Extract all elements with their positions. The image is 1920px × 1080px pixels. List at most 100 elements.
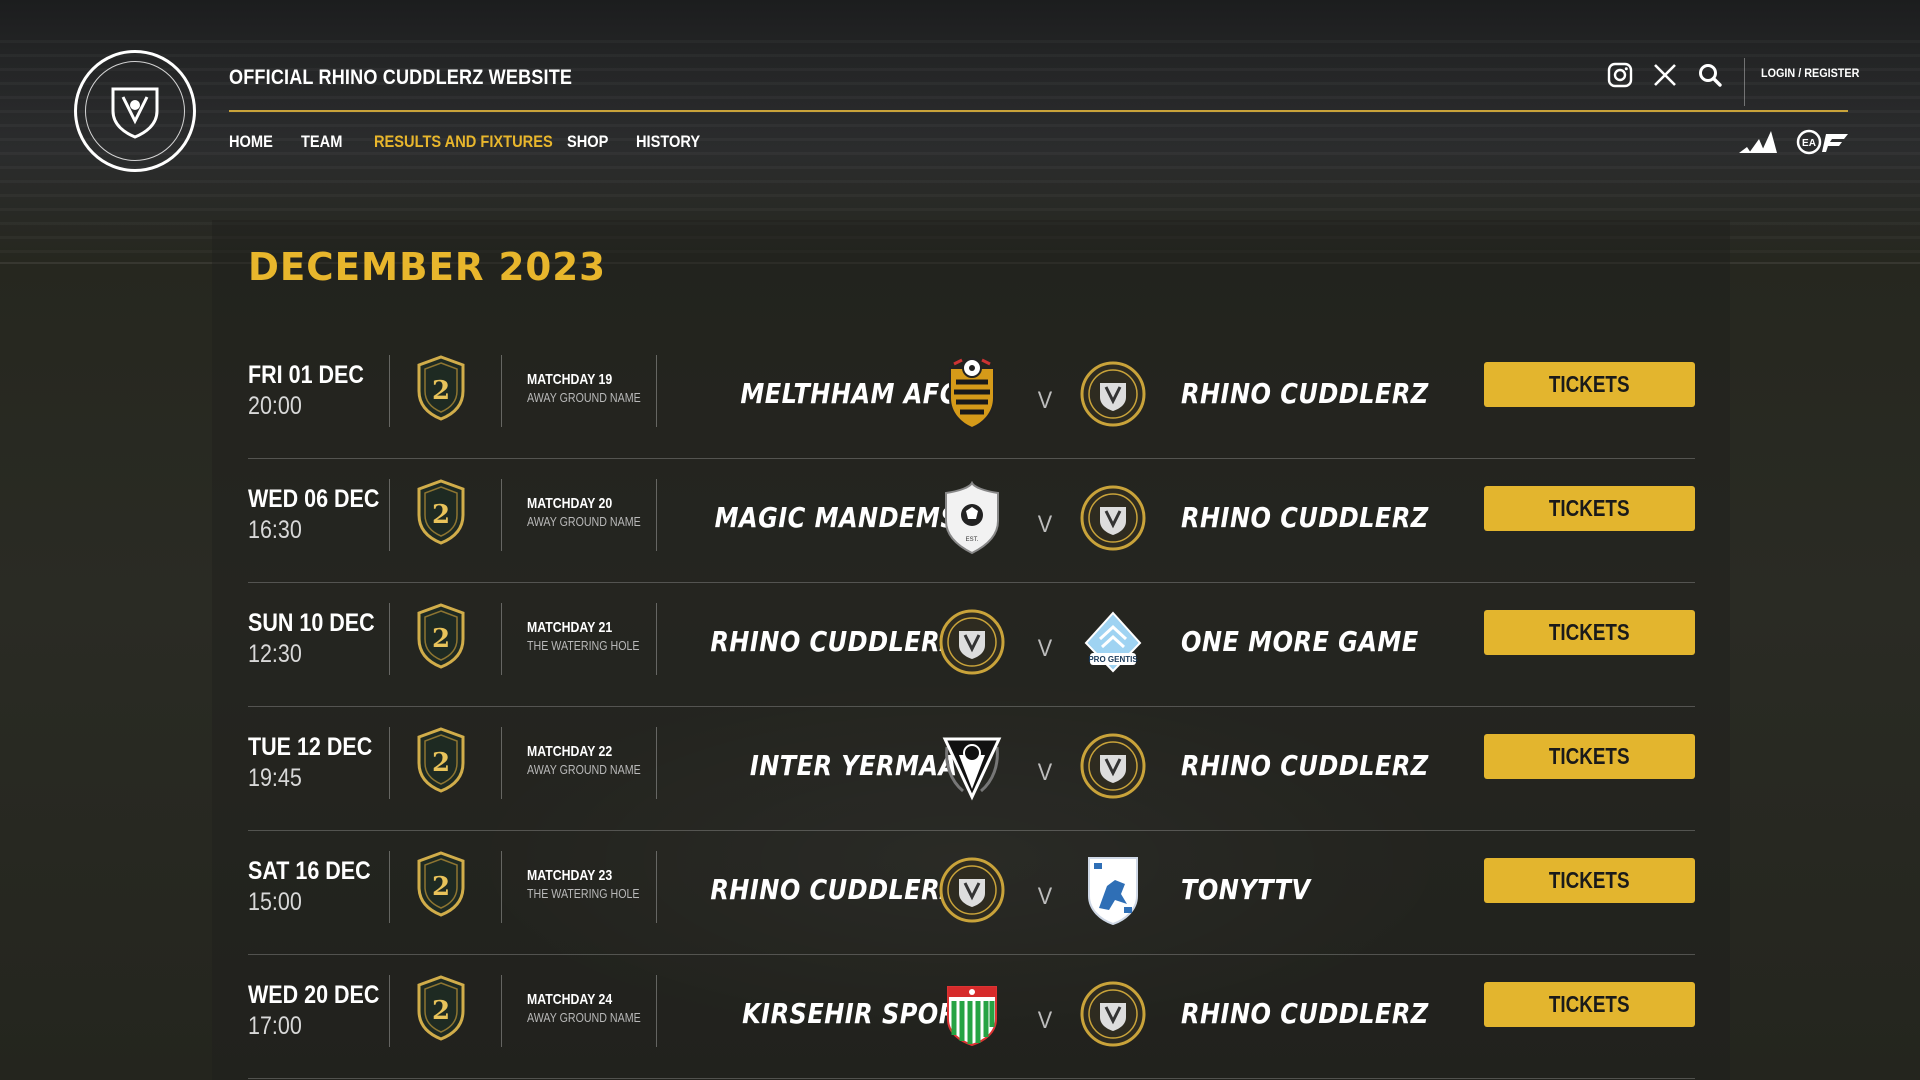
column-divider [389,851,390,923]
column-divider [389,727,390,799]
tickets-button[interactable]: TICKETS [1484,362,1695,407]
versus-label: V [1037,883,1053,910]
fixture-row: SUN 10 DEC 12:30 2 MATCHDAY 21 THE WATER… [248,583,1695,707]
away-team-logo [1078,853,1148,927]
login-register-link[interactable]: LOGIN / REGISTER [1761,66,1859,80]
versus-label: V [1037,387,1053,414]
svg-text:EA: EA [1802,138,1816,149]
triangle-crest-icon [942,737,1002,801]
matchday-info: MATCHDAY 22 AWAY GROUND NAME [527,743,666,777]
header-divider [229,110,1848,112]
fixture-time: 12:30 [248,640,302,668]
home-team-logo [937,853,1007,927]
away-team-name: RHINO CUDDLERZ [1181,501,1429,534]
away-team-logo [1078,481,1148,555]
instagram-icon[interactable] [1605,60,1635,90]
competition-badge-icon: 2 [417,851,465,917]
matchday-info: MATCHDAY 20 AWAY GROUND NAME [527,495,666,529]
venue-label: AWAY GROUND NAME [527,1010,641,1025]
fixture-day: SAT 16 DEC [248,857,371,885]
fixture-day: TUE 12 DEC [248,733,373,761]
home-team-logo [937,605,1007,679]
rhino-crest-icon [111,87,159,139]
column-divider [656,975,657,1047]
column-divider [656,851,657,923]
rhino-crest-icon [939,857,1005,923]
svg-text:2: 2 [432,872,450,902]
away-team-logo: PRO GENTIS [1078,605,1148,679]
fixture-date: TUE 12 DEC 19:45 [248,733,392,793]
pro-gentis-crest-icon: PRO GENTIS [1084,611,1142,673]
nav-shop[interactable]: SHOP [567,132,626,152]
competition-badge-icon: 2 [417,603,465,669]
venue-label: AWAY GROUND NAME [527,390,641,405]
fixture-row: SAT 16 DEC 15:00 2 MATCHDAY 23 THE WATER… [248,831,1695,955]
column-divider [389,603,390,675]
column-divider [501,975,502,1047]
column-divider [389,975,390,1047]
x-icon[interactable] [1650,60,1680,90]
matchday-label: MATCHDAY 22 [527,743,613,760]
column-divider [656,727,657,799]
fixture-day: SUN 10 DEC [248,609,375,637]
home-team-name: MAGIC MANDEMS [714,501,958,534]
fixture-date: FRI 01 DEC 20:00 [248,361,383,421]
tickets-button[interactable]: TICKETS [1484,610,1695,655]
matchday-info: MATCHDAY 19 AWAY GROUND NAME [527,371,666,405]
svg-text:2: 2 [432,748,450,778]
month-title: DECEMBER 2023 [248,245,607,289]
column-divider [656,355,657,427]
fixture-row: TUE 12 DEC 19:45 2 MATCHDAY 22 AWAY GROU… [248,707,1695,831]
nav-home[interactable]: HOME [229,132,291,152]
home-team-logo [937,357,1007,431]
home-team-logo: EST. [937,481,1007,555]
home-team-name: RHINO CUDDLERZ [710,625,958,658]
fixture-row: FRI 01 DEC 20:00 2 MATCHDAY 19 AWAY GROU… [248,335,1695,459]
fixture-time: 15:00 [248,888,302,916]
svg-text:EST.: EST. [966,537,979,543]
svg-text:PRO GENTIS: PRO GENTIS [1088,655,1138,664]
matchday-label: MATCHDAY 21 [527,619,613,636]
matchday-label: MATCHDAY 24 [527,991,613,1008]
column-divider [656,603,657,675]
fixture-time: 20:00 [248,392,302,420]
versus-label: V [1037,511,1053,538]
fixture-time: 16:30 [248,516,302,544]
fixture-row: WED 06 DEC 16:30 2 MATCHDAY 20 AWAY GROU… [248,459,1695,583]
away-team-name: RHINO CUDDLERZ [1181,377,1429,410]
venue-label: AWAY GROUND NAME [527,514,641,529]
fixture-date: SUN 10 DEC 12:30 [248,609,395,669]
fixture-row: WED 20 DEC 17:00 2 MATCHDAY 24 AWAY GROU… [248,955,1695,1079]
tickets-button[interactable]: TICKETS [1484,858,1695,903]
nav-team[interactable]: TEAM [301,132,364,152]
column-divider [501,355,502,427]
fixture-day: WED 20 DEC [248,981,380,1009]
home-team-logo [937,729,1007,803]
search-icon[interactable] [1695,60,1725,90]
header-vertical-divider [1744,58,1745,106]
away-team-logo [1078,977,1148,1051]
venue-label: AWAY GROUND NAME [527,762,641,777]
away-team-name: TONYTTV [1181,873,1311,906]
venue-label: THE WATERING HOLE [527,638,640,653]
competition-badge-icon: 2 [417,479,465,545]
tickets-button[interactable]: TICKETS [1484,734,1695,779]
tickets-button-label: TICKETS [1549,371,1630,397]
matchday-label: MATCHDAY 20 [527,495,613,512]
versus-label: V [1037,635,1053,662]
tickets-button[interactable]: TICKETS [1484,486,1695,531]
svg-text:2: 2 [432,376,450,406]
column-divider [389,355,390,427]
main-nav: HOME TEAM RESULTS AND FIXTURES SHOP HIST… [229,132,711,152]
nav-history[interactable]: HISTORY [636,132,700,152]
versus-label: V [1037,759,1053,786]
tickets-button[interactable]: TICKETS [1484,982,1695,1027]
home-team-logo [937,977,1007,1051]
svg-text:2: 2 [432,500,450,530]
ball-shield-crest-icon: EST. [945,481,999,555]
fixture-time: 19:45 [248,764,302,792]
column-divider [501,851,502,923]
rhino-crest-icon [1080,485,1146,551]
nav-results-and-fixtures[interactable]: RESULTS AND FIXTURES [374,132,553,152]
club-crest-logo[interactable] [74,50,196,172]
